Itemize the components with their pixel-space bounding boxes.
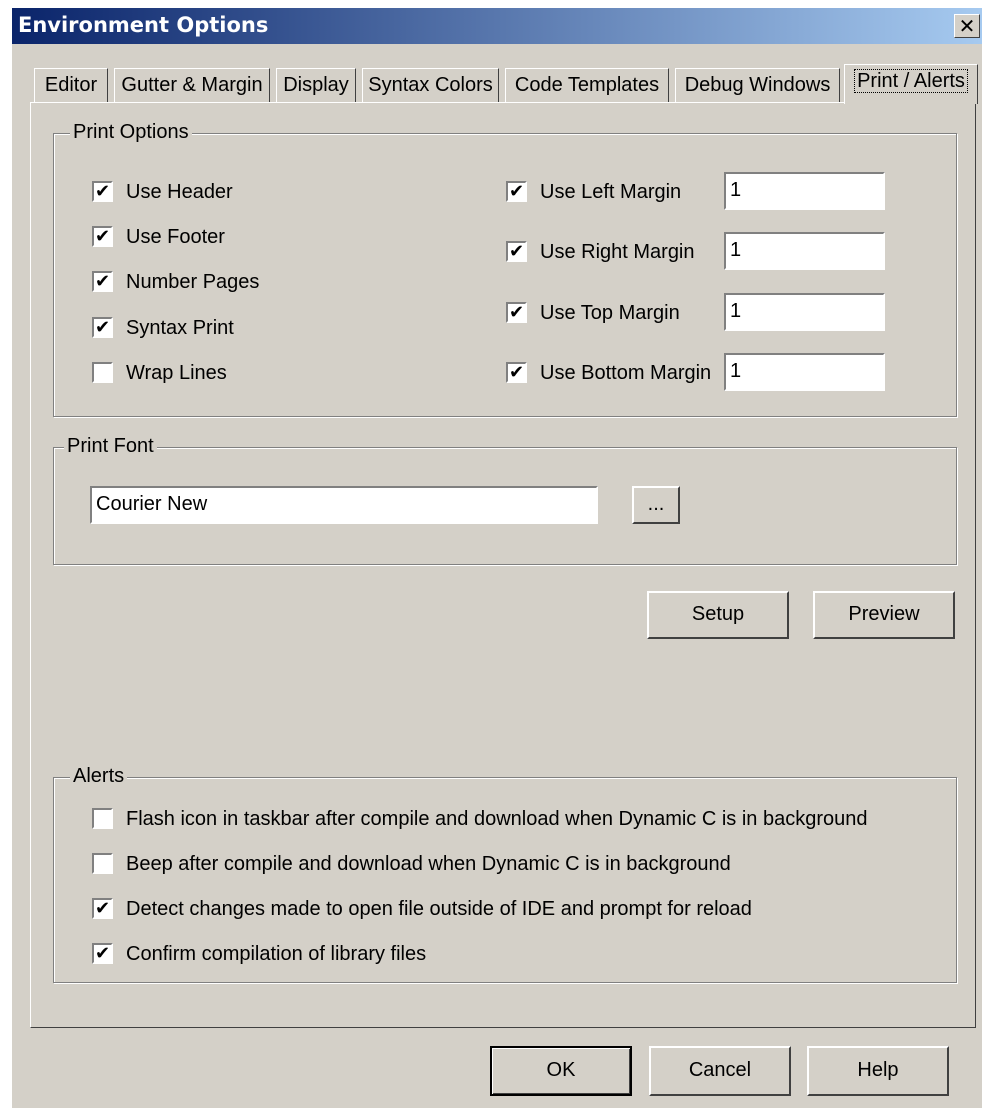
tab-label: Code Templates [514,74,660,96]
tab-debug-windows[interactable]: Debug Windows [675,68,840,102]
tab-label: Syntax Colors [368,74,493,96]
font-browse-button[interactable]: ... [632,486,680,524]
flash-icon-checkbox[interactable] [92,808,113,829]
flash-icon-label: Flash icon in taskbar after compile and … [126,808,868,830]
help-button[interactable]: Help [807,1046,949,1096]
detect-changes-checkbox[interactable]: ✔ [92,898,113,919]
syntax-print-checkbox[interactable]: ✔ [92,317,113,338]
bottom-margin-input[interactable]: 1 [724,353,885,391]
tab-label: Display [283,74,349,96]
use-footer-label: Use Footer [126,226,225,248]
use-right-margin-checkbox[interactable]: ✔ [506,241,527,262]
syntax-print-label: Syntax Print [126,317,234,339]
close-icon: ✕ [958,14,976,38]
use-left-margin-checkbox[interactable]: ✔ [506,181,527,202]
tab-label: Editor [44,74,98,96]
print-font-input[interactable]: Courier New [90,486,598,524]
title-bar: Environment Options ✕ [12,8,982,44]
use-right-margin-label: Use Right Margin [540,241,695,263]
print-font-group: Print Font Courier New ... [53,435,957,565]
alerts-group: Alerts Flash icon in taskbar after compi… [53,765,957,983]
confirm-compilation-checkbox[interactable]: ✔ [92,943,113,964]
tab-label: Print / Alerts [854,69,968,93]
use-top-margin-label: Use Top Margin [540,302,680,324]
tab-label: Gutter & Margin [121,74,263,96]
number-pages-checkbox[interactable]: ✔ [92,271,113,292]
beep-label: Beep after compile and download when Dyn… [126,853,731,875]
alerts-legend: Alerts [70,765,128,788]
tab-display[interactable]: Display [276,68,356,102]
print-options-group: Print Options ✔ Use Header ✔ Use Footer … [53,121,957,417]
print-font-legend: Print Font [64,435,157,458]
right-margin-input[interactable]: 1 [724,232,885,270]
wrap-lines-label: Wrap Lines [126,362,227,384]
print-options-legend: Print Options [70,121,192,144]
preview-button[interactable]: Preview [813,591,955,639]
use-top-margin-checkbox[interactable]: ✔ [506,302,527,323]
use-bottom-margin-label: Use Bottom Margin [540,362,712,384]
tab-syntax-colors[interactable]: Syntax Colors [362,68,499,102]
beep-checkbox[interactable] [92,853,113,874]
number-pages-label: Number Pages [126,271,260,293]
window-title: Environment Options [18,13,269,37]
use-header-checkbox[interactable]: ✔ [92,181,113,202]
cancel-button[interactable]: Cancel [649,1046,791,1096]
tab-panel: Print Options ✔ Use Header ✔ Use Footer … [30,102,976,1028]
ok-button[interactable]: OK [490,1046,632,1096]
detect-changes-label: Detect changes made to open file outside… [126,898,752,920]
close-button[interactable]: ✕ [954,14,980,38]
tab-gutter-margin[interactable]: Gutter & Margin [114,68,270,102]
use-left-margin-label: Use Left Margin [540,181,682,203]
tab-editor[interactable]: Editor [34,68,108,102]
setup-button[interactable]: Setup [647,591,789,639]
use-footer-checkbox[interactable]: ✔ [92,226,113,247]
confirm-compilation-label: Confirm compilation of library files [126,943,427,965]
use-header-label: Use Header [126,181,233,203]
environment-options-dialog: Environment Options ✕ Editor Gutter & Ma… [12,8,982,1108]
wrap-lines-checkbox[interactable] [92,362,113,383]
tab-code-templates[interactable]: Code Templates [505,68,669,102]
use-bottom-margin-checkbox[interactable]: ✔ [506,362,527,383]
left-margin-input[interactable]: 1 [724,172,885,210]
tab-print-alerts[interactable]: Print / Alerts [844,64,978,104]
tab-label: Debug Windows [684,74,831,96]
top-margin-input[interactable]: 1 [724,293,885,331]
